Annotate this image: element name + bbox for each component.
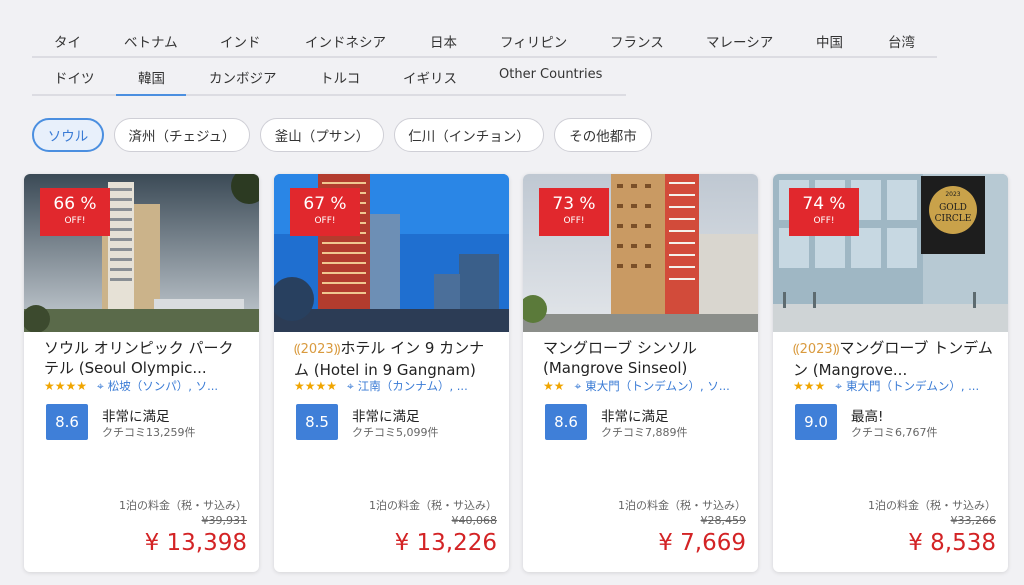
review-score: 8.6 (545, 404, 587, 440)
active-tab-indicator (116, 94, 186, 96)
chip-jeju[interactable]: 済州（チェジュ） (114, 118, 250, 152)
tab-india[interactable]: インド (220, 31, 261, 51)
hotel-location[interactable]: 東大門（トンデムン）, ... (846, 378, 979, 394)
current-price: ¥ 7,669 (658, 530, 746, 556)
tab-malaysia[interactable]: マレーシア (706, 31, 773, 51)
hotel-meta: ★★★ ⌖ 東大門（トンデムン）, ... (793, 377, 1003, 395)
tab-uk[interactable]: イギリス (403, 67, 457, 87)
hotel-name[interactable]: ⸨2023⸩マングローブ トンデムン (Mangrove... (793, 338, 993, 378)
price-label: 1泊の料金（税・サ込み） (119, 499, 247, 512)
review-count: クチコミ6,767件 (851, 426, 938, 439)
award-year: ⸨2023⸩ (793, 342, 840, 357)
sign-line-1: GOLD (939, 203, 967, 213)
review-score: 8.6 (46, 404, 88, 440)
hotel-card[interactable]: 66 % OFF! ソウル オリンピック パークテル (Seoul Olympic… (24, 174, 259, 572)
location-pin-icon: ⌖ (574, 378, 582, 393)
tab-germany[interactable]: ドイツ (54, 67, 95, 87)
location-pin-icon: ⌖ (347, 378, 354, 393)
hotel-location[interactable]: 松坡（ソンパ）, ソ... (108, 378, 218, 394)
discount-badge: 66 % OFF! (40, 188, 110, 236)
hotel-name[interactable]: ソウル オリンピック パークテル (Seoul Olympic... (44, 338, 244, 378)
tab-taiwan[interactable]: 台湾 (888, 31, 915, 51)
tab-indonesia[interactable]: インドネシア (305, 31, 386, 51)
chip-incheon[interactable]: 仁川（インチョン） (394, 118, 544, 152)
hotel-location[interactable]: 江南（カンナム）, ... (358, 378, 468, 394)
review-score: 9.0 (795, 404, 837, 440)
rating-label: 最高! (851, 409, 884, 425)
price-label: 1泊の料金（税・サ込み） (369, 499, 497, 512)
price-label: 1泊の料金（税・サ込み） (868, 499, 996, 512)
star-rating: ★★★★ (294, 379, 338, 393)
tab-cambodia[interactable]: カンボジア (209, 67, 277, 87)
price-label: 1泊の料金（税・サ込み） (618, 499, 746, 512)
tab-china[interactable]: 中国 (816, 31, 843, 51)
star-rating: ★★★★ (44, 379, 88, 393)
hotel-meta: ★★ ⌖ 東大門（トンデムン）, ソ... (543, 377, 753, 395)
sign-year: 2023 (945, 191, 960, 198)
hotel-meta: ★★★★ ⌖ 江南（カンナム）, ... (294, 377, 504, 395)
sign-line-2: CIRCLE (935, 214, 972, 224)
star-rating: ★★ (543, 379, 565, 393)
current-price: ¥ 8,538 (908, 530, 996, 556)
hotel-photo: 73 % OFF! (523, 174, 758, 332)
chip-seoul[interactable]: ソウル (32, 118, 104, 152)
review-count: クチコミ5,099件 (352, 426, 439, 439)
discount-badge: 73 % OFF! (539, 188, 609, 236)
chip-busan[interactable]: 釜山（プサン） (260, 118, 384, 152)
hotel-card[interactable]: 73 % OFF! マングローブ シンソル (Mangrove Sinseol) … (523, 174, 758, 572)
original-price: ¥40,068 (451, 514, 498, 527)
hotel-name[interactable]: ⸨2023⸩ホテル イン 9 カンナム (Hotel in 9 Gangnam) (294, 338, 494, 378)
discount-badge: 67 % OFF! (290, 188, 360, 236)
tab-thailand[interactable]: タイ (54, 31, 81, 51)
hotel-name[interactable]: マングローブ シンソル (Mangrove Sinseol) (543, 338, 743, 378)
tab-japan[interactable]: 日本 (430, 31, 457, 51)
location-pin-icon: ⌖ (835, 378, 843, 393)
tab-vietnam[interactable]: ベトナム (124, 31, 178, 51)
current-price: ¥ 13,398 (144, 530, 247, 556)
current-price: ¥ 13,226 (394, 530, 497, 556)
hotel-meta: ★★★★ ⌖ 松坡（ソンパ）, ソ... (44, 377, 254, 395)
location-pin-icon: ⌖ (97, 378, 104, 393)
award-year: ⸨2023⸩ (294, 342, 341, 357)
review-score: 8.5 (296, 404, 338, 440)
discount-badge: 74 % OFF! (789, 188, 859, 236)
tab-turkey[interactable]: トルコ (320, 67, 360, 87)
rating-label: 非常に満足 (352, 409, 420, 425)
rating-label: 非常に満足 (102, 409, 170, 425)
original-price: ¥39,931 (201, 514, 248, 527)
original-price: ¥28,459 (700, 514, 747, 527)
hotel-location[interactable]: 東大門（トンデムン）, ソ... (585, 378, 730, 394)
hotel-card[interactable]: 67 % OFF! ⸨2023⸩ホテル イン 9 カンナム (Hotel in 9… (274, 174, 509, 572)
hotel-photo: 67 % OFF! (274, 174, 509, 332)
review-count: クチコミ13,259件 (102, 426, 196, 439)
hotel-photo: 66 % OFF! (24, 174, 259, 332)
review-count: クチコミ7,889件 (601, 426, 688, 439)
original-price: ¥33,266 (950, 514, 997, 527)
country-tabs-row-1: タイ ベトナム インド インドネシア 日本 フィリピン フランス マレーシア 中… (32, 22, 937, 58)
rating-label: 非常に満足 (601, 409, 669, 425)
hotel-card[interactable]: 2023 GOLD CIRCLE 74 % OFF! ⸨2023⸩マングローブ ト… (773, 174, 1008, 572)
country-tabs-row-2: ドイツ 韓国 カンボジア トルコ イギリス Other Countries (32, 60, 626, 96)
chip-other-cities[interactable]: その他都市 (554, 118, 652, 152)
tab-philippines[interactable]: フィリピン (500, 31, 567, 51)
hotel-photo: 2023 GOLD CIRCLE 74 % OFF! (773, 174, 1008, 332)
tab-korea[interactable]: 韓国 (138, 67, 165, 87)
star-rating: ★★★ (793, 379, 826, 393)
tab-france[interactable]: フランス (610, 31, 664, 51)
tab-other-countries[interactable]: Other Countries (499, 67, 602, 82)
